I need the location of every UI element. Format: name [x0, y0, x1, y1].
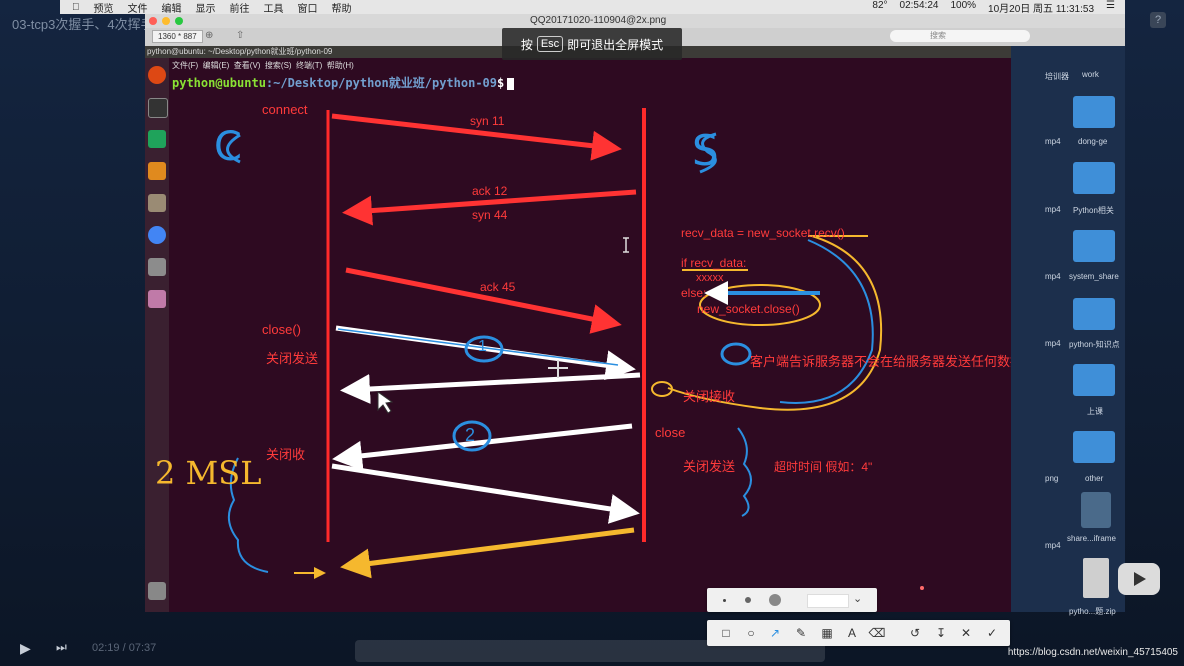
close-server-label: close: [655, 425, 686, 440]
finder-side-label: 培训器: [1045, 72, 1069, 81]
else-code-line: else:: [681, 286, 707, 300]
msl-label: 2 MSL: [155, 454, 262, 492]
file-label[interactable]: pytho...题.zip: [1069, 606, 1116, 617]
timeout-brace: [737, 427, 752, 517]
close-icon[interactable]: ✕: [957, 624, 975, 642]
yellow-arrow: [340, 527, 635, 579]
text-cursor-icon: [623, 237, 629, 253]
ack12-label: ack 12: [472, 184, 508, 198]
ack-arrow: [345, 267, 622, 334]
client-note: 客户端告诉服务器不会在给服务器发送任何数据: [750, 354, 1024, 369]
recv-code-line: recv_data = new_socket.recv(): [681, 226, 845, 240]
folder-label[interactable]: dong-ge: [1078, 137, 1107, 146]
step-two-number: 2: [465, 425, 476, 445]
mouse-pointer-icon: [377, 391, 394, 414]
crosshair-cursor-icon: [548, 360, 568, 378]
syn11-label: syn 11: [470, 114, 505, 128]
fullscreen-toast: 按 Esc 即可退出全屏模式: [502, 28, 682, 60]
large-dot-icon[interactable]: [769, 594, 781, 606]
finder-sidebar: 培训器 work dong-ge mp4 Python相关 mp4 system…: [1011, 46, 1125, 616]
undo-icon[interactable]: ↺: [906, 624, 924, 642]
folder-label[interactable]: share...iframe: [1067, 534, 1116, 543]
zip-file-icon[interactable]: [1083, 558, 1109, 598]
syn44-label: syn 44: [472, 208, 508, 222]
folder-icon[interactable]: [1073, 431, 1115, 463]
handshake-diagram: [226, 108, 924, 590]
ack45-label: ack 45: [480, 280, 516, 294]
folder-label[interactable]: Python相关: [1073, 205, 1114, 216]
finder-side-label: mp4: [1045, 541, 1061, 550]
folder-label[interactable]: system_share: [1069, 272, 1119, 281]
duration: 07:37: [128, 642, 157, 654]
text-tool-icon[interactable]: A: [843, 624, 861, 642]
folder-label[interactable]: 上课: [1087, 406, 1103, 417]
finder-side-label: mp4: [1045, 205, 1061, 214]
client-label: C: [214, 124, 242, 170]
red-dot: [920, 586, 924, 590]
connect-label: connect: [262, 102, 308, 117]
medium-dot-icon[interactable]: [745, 597, 751, 603]
finder-side-label: mp4: [1045, 137, 1061, 146]
ack-server-arrow: [340, 372, 641, 404]
toast-post: 即可退出全屏模式: [567, 37, 664, 52]
step-one-number: 1: [478, 338, 487, 355]
confirm-icon[interactable]: ✓: [983, 624, 1001, 642]
eraser-icon[interactable]: ⌫: [868, 624, 886, 642]
close-send-label: 关闭发送: [266, 351, 319, 366]
chevron-down-icon[interactable]: ⌄: [853, 592, 862, 605]
server-label: S: [692, 126, 719, 175]
close-recv-client-label: 关闭收: [266, 447, 306, 462]
close-send-server-label: 关闭发送: [683, 459, 736, 474]
toast-pre: 按: [520, 37, 533, 52]
timeout-label: 超时时间 假如：4": [774, 460, 873, 474]
folder-icon[interactable]: [1073, 298, 1115, 330]
next-icon[interactable]: ⏭: [56, 640, 72, 656]
big-play-icon[interactable]: [1118, 563, 1160, 595]
folder-icon[interactable]: [1073, 230, 1115, 262]
folder-icon[interactable]: [1073, 96, 1115, 128]
folder-label[interactable]: other: [1085, 474, 1103, 483]
folder-label[interactable]: work: [1082, 70, 1099, 79]
current-time: 02:19: [92, 642, 120, 654]
folder-icon[interactable]: [1073, 162, 1115, 194]
mac-dock: [355, 640, 825, 662]
share-iframe-icon[interactable]: [1081, 492, 1111, 528]
folder-label[interactable]: python-知识点: [1069, 339, 1120, 350]
finder-side-label: png: [1045, 474, 1059, 483]
ack-client-arrow: [331, 463, 640, 524]
small-dot-icon[interactable]: [723, 599, 726, 602]
close-code-line: new_socket.close(): [697, 302, 800, 316]
xxxx-code-line: xxxxx: [696, 272, 724, 284]
finder-side-label: mp4: [1045, 339, 1061, 348]
note-circle: [720, 342, 752, 366]
if-code-line: if recv_data:: [681, 256, 747, 270]
download-icon[interactable]: ↧: [932, 624, 950, 642]
color-swatch[interactable]: [807, 594, 849, 608]
close-call-client: close(): [262, 322, 302, 337]
finder-side-label: mp4: [1045, 272, 1061, 281]
close-recv-server-label: 关闭接收: [683, 389, 736, 404]
esc-key: Esc: [536, 36, 564, 52]
folder-icon[interactable]: [1073, 364, 1115, 396]
playback-time: 02:19 / 07:37: [92, 642, 157, 654]
brush-size-toolbar: ⌄: [707, 588, 877, 612]
csdn-watermark: https://blog.csdn.net/weixin_45715405: [1007, 647, 1178, 658]
play-icon[interactable]: ▶: [20, 640, 36, 656]
